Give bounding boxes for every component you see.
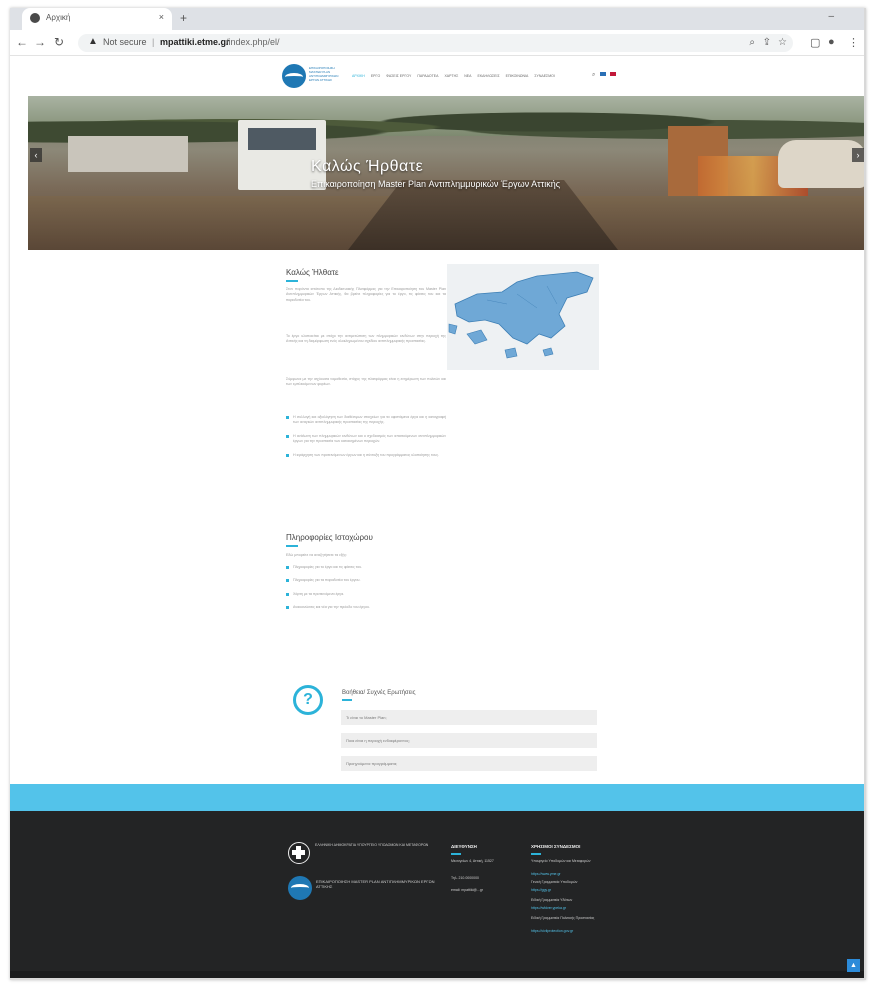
list-item: Πληροφορίες για το έργο και τις φάσεις τ… bbox=[286, 565, 446, 570]
menu-icon[interactable]: ⋮ bbox=[848, 36, 859, 49]
info-bullet-list: Πληροφορίες για το έργο και τις φάσεις τ… bbox=[286, 565, 446, 619]
tab-strip: Αρχική × + – bbox=[10, 8, 864, 30]
map-image bbox=[447, 264, 599, 370]
hero-slider: Καλώς Ήρθατε Επικαιροποίηση Master Plan … bbox=[28, 96, 864, 250]
favicon-icon bbox=[30, 13, 40, 23]
close-icon[interactable]: × bbox=[159, 12, 164, 22]
link-label: Ειδική Γραμματεία Υδάτων bbox=[531, 898, 573, 902]
logo-text: ΕΠΙΚΑΙΡΟΠΟΙΗΣΗ MASTER PLAN ΑΝΤΙΠΛΗΜΜΥΡΙΚ… bbox=[309, 66, 339, 82]
profile-icon[interactable]: ● bbox=[828, 36, 835, 48]
site-logo[interactable]: ΕΠΙΚΑΙΡΟΠΟΙΗΣΗ MASTER PLAN ΑΝΤΙΠΛΗΜΜΥΡΙΚ… bbox=[282, 64, 342, 88]
browser-window: Αρχική × + – ← → ↻ ▲ Not secure | mpatti… bbox=[10, 8, 866, 980]
share-icon[interactable]: ⇪ bbox=[763, 37, 771, 48]
address-underline bbox=[451, 853, 461, 855]
list-item: Χάρτη με τα προτεινόμενα έργα. bbox=[286, 592, 446, 597]
star-icon[interactable]: ☆ bbox=[778, 37, 787, 48]
link-url[interactable]: https://ggy.gr bbox=[531, 888, 611, 893]
title-underline bbox=[286, 280, 298, 282]
menu-item-links[interactable]: ΣΥΝΔΕΣΜΟΙ bbox=[534, 74, 554, 78]
link-label: Ειδική Γραμματεία Πολιτικής Προστασίας bbox=[531, 916, 595, 920]
welcome-paragraph-2: Το έργο υλοποιείται με στόχο την αντιμετ… bbox=[286, 334, 446, 344]
hero-truck-left bbox=[68, 136, 188, 172]
menu-item-deliverables[interactable]: ΠΑΡΑΔΟΤΕΑ bbox=[417, 74, 438, 78]
links-underline bbox=[531, 853, 541, 855]
info-intro: Εδώ μπορείτε να αναζητήσετε τα εξής: bbox=[286, 553, 348, 557]
faq-item[interactable]: Τι είναι το Master Plan; bbox=[341, 710, 597, 725]
url-host: mpattiki.etme.gr bbox=[160, 37, 230, 47]
list-item: Πληροφορίες για τα παραδοτέα του έργου. bbox=[286, 578, 446, 583]
phone-text: Τηλ. 210.0000000 bbox=[451, 876, 479, 880]
welcome-title: Καλώς Ήλθατε bbox=[286, 268, 339, 277]
address-title: ΔΙΕΥΘΥΝΣΗ bbox=[451, 844, 477, 849]
back-to-top-button[interactable]: ▲ bbox=[847, 959, 860, 972]
menu-item-events[interactable]: ΕΚΔΗΛΩΣΕΙΣ bbox=[477, 74, 499, 78]
logo-icon bbox=[282, 64, 306, 88]
url-path: /index.php/el/ bbox=[226, 37, 280, 47]
faq-underline bbox=[342, 699, 352, 701]
link-url[interactable]: https://civilprotection.gov.gr bbox=[531, 929, 615, 934]
slider-prev-button[interactable]: ‹ bbox=[30, 148, 42, 162]
link-label: Γενική Γραμματεία Υποδομών bbox=[531, 880, 578, 884]
footer-band bbox=[10, 784, 864, 811]
forward-icon[interactable]: → bbox=[34, 35, 46, 49]
menu-item-phases[interactable]: ΦΑΣΕΙΣ ΕΡΓΟΥ bbox=[386, 74, 411, 78]
list-item: Η συλλογή και αξιολόγηση των διαθέσιμων … bbox=[286, 415, 446, 426]
menu-item-contact[interactable]: ΕΠΙΚΟΙΝΩΝΙΑ bbox=[506, 74, 529, 78]
warning-icon: ▲ bbox=[88, 36, 98, 47]
links-title: ΧΡΗΣΙΜΟΙ ΣΥΝΔΕΣΜΟΙ bbox=[531, 844, 581, 849]
help-icon: ? bbox=[293, 685, 323, 715]
hero-title: Καλώς Ήρθατε bbox=[311, 158, 424, 175]
new-tab-icon[interactable]: + bbox=[180, 11, 187, 25]
zoom-icon[interactable]: ⌕ bbox=[749, 37, 755, 48]
welcome-paragraph-1: Στον παρόντα ιστότοπο της Διαδικτυακής Π… bbox=[286, 287, 446, 302]
faq-item[interactable]: Προηγούμενα προγράμματα; bbox=[341, 756, 597, 771]
header-tools: ⌕ bbox=[592, 72, 616, 79]
welcome-paragraph-3: Σύμφωνα με την ισχύουσα νομοθεσία, στόχο… bbox=[286, 377, 446, 387]
site-header: ΕΠΙΚΑΙΡΟΠΟΙΗΣΗ MASTER PLAN ΑΝΤΙΠΛΗΜΜΥΡΙΚ… bbox=[10, 56, 864, 96]
tab-title: Αρχική bbox=[46, 13, 71, 22]
faq-item[interactable]: Ποια είναι η περιοχή ενδιαφέροντος; bbox=[341, 733, 597, 748]
info-title: Πληροφορίες Ιστοχώρου bbox=[286, 533, 373, 542]
english-flag-icon[interactable] bbox=[609, 72, 616, 76]
list-item: Η ανάλυση των πλημμυρικών κινδύνων και ο… bbox=[286, 434, 446, 445]
menu-item-news[interactable]: ΝΕΑ bbox=[464, 74, 471, 78]
link-label: Υπουργείο Υποδομών και Μεταφορών bbox=[531, 859, 591, 863]
search-icon[interactable]: ⌕ bbox=[592, 72, 595, 78]
browser-tab[interactable]: Αρχική × bbox=[22, 8, 172, 30]
footer-bottom-bar bbox=[10, 971, 864, 978]
greek-flag-icon[interactable] bbox=[600, 72, 607, 76]
list-item: Η ιεράρχηση των προτεινόμενων έργων και … bbox=[286, 453, 446, 458]
list-item: Ανακοινώσεις και νέα για την πρόοδο του … bbox=[286, 605, 446, 610]
back-icon[interactable]: ← bbox=[16, 35, 28, 49]
footer bbox=[10, 811, 864, 971]
separator: | bbox=[152, 37, 155, 47]
email-text[interactable]: email: mpattiki@...gr bbox=[451, 888, 521, 893]
sidepanel-icon[interactable]: ▢ bbox=[810, 36, 820, 49]
not-secure-label: Not secure bbox=[103, 37, 147, 47]
main-menu: ΑΡΧΙΚΗ ΕΡΓΟ ΦΑΣΕΙΣ ΕΡΓΟΥ ΠΑΡΑΔΟΤΕΑ ΧΑΡΤΗ… bbox=[352, 74, 555, 78]
address-text: Μεσογείων 4, Αττική, 11527 bbox=[451, 859, 494, 863]
ministry-text: ΕΛΛΗΝΙΚΗ ΔΗΜΟΚΡΑΤΙΑ ΥΠΟΥΡΓΕΙΟ ΥΠΟΔΟΜΩΝ Κ… bbox=[315, 843, 429, 847]
browser-toolbar: ← → ↻ ▲ Not secure | mpattiki.etme.gr /i… bbox=[10, 30, 864, 56]
welcome-bullet-list: Η συλλογή και αξιολόγηση των διαθέσιμων … bbox=[286, 415, 446, 466]
link-url[interactable]: https://wfdver.ypeka.gr bbox=[531, 906, 611, 911]
menu-item-map[interactable]: ΧΑΡΤΗΣ bbox=[444, 74, 458, 78]
greek-emblem-icon bbox=[288, 842, 310, 864]
slider-next-button[interactable]: › bbox=[852, 148, 864, 162]
menu-item-home[interactable]: ΑΡΧΙΚΗ bbox=[352, 74, 365, 78]
hero-trench bbox=[348, 180, 618, 250]
hero-subtitle: Επικαιροποίηση Master Plan Αντιπλημμυρικ… bbox=[311, 179, 561, 189]
attica-map[interactable] bbox=[447, 264, 599, 370]
footer-logo-icon bbox=[288, 876, 312, 900]
minimize-icon[interactable]: – bbox=[828, 11, 834, 22]
faq-title: Βοήθεια/ Συχνές Ερωτήσεις bbox=[342, 690, 416, 696]
info-underline bbox=[286, 545, 298, 547]
menu-item-project[interactable]: ΕΡΓΟ bbox=[371, 74, 380, 78]
link-url[interactable]: https://www.yme.gr bbox=[531, 872, 611, 877]
address-bar[interactable]: ▲ Not secure | mpattiki.etme.gr /index.p… bbox=[78, 34, 793, 52]
footer-logo-text: ΕΠΙΚΑΙΡΟΠΟΙΗΣΗ MASTER PLAN ΑΝΤΙΠΛΗΜΜΥΡΙΚ… bbox=[316, 879, 435, 889]
reload-icon[interactable]: ↻ bbox=[54, 35, 64, 49]
